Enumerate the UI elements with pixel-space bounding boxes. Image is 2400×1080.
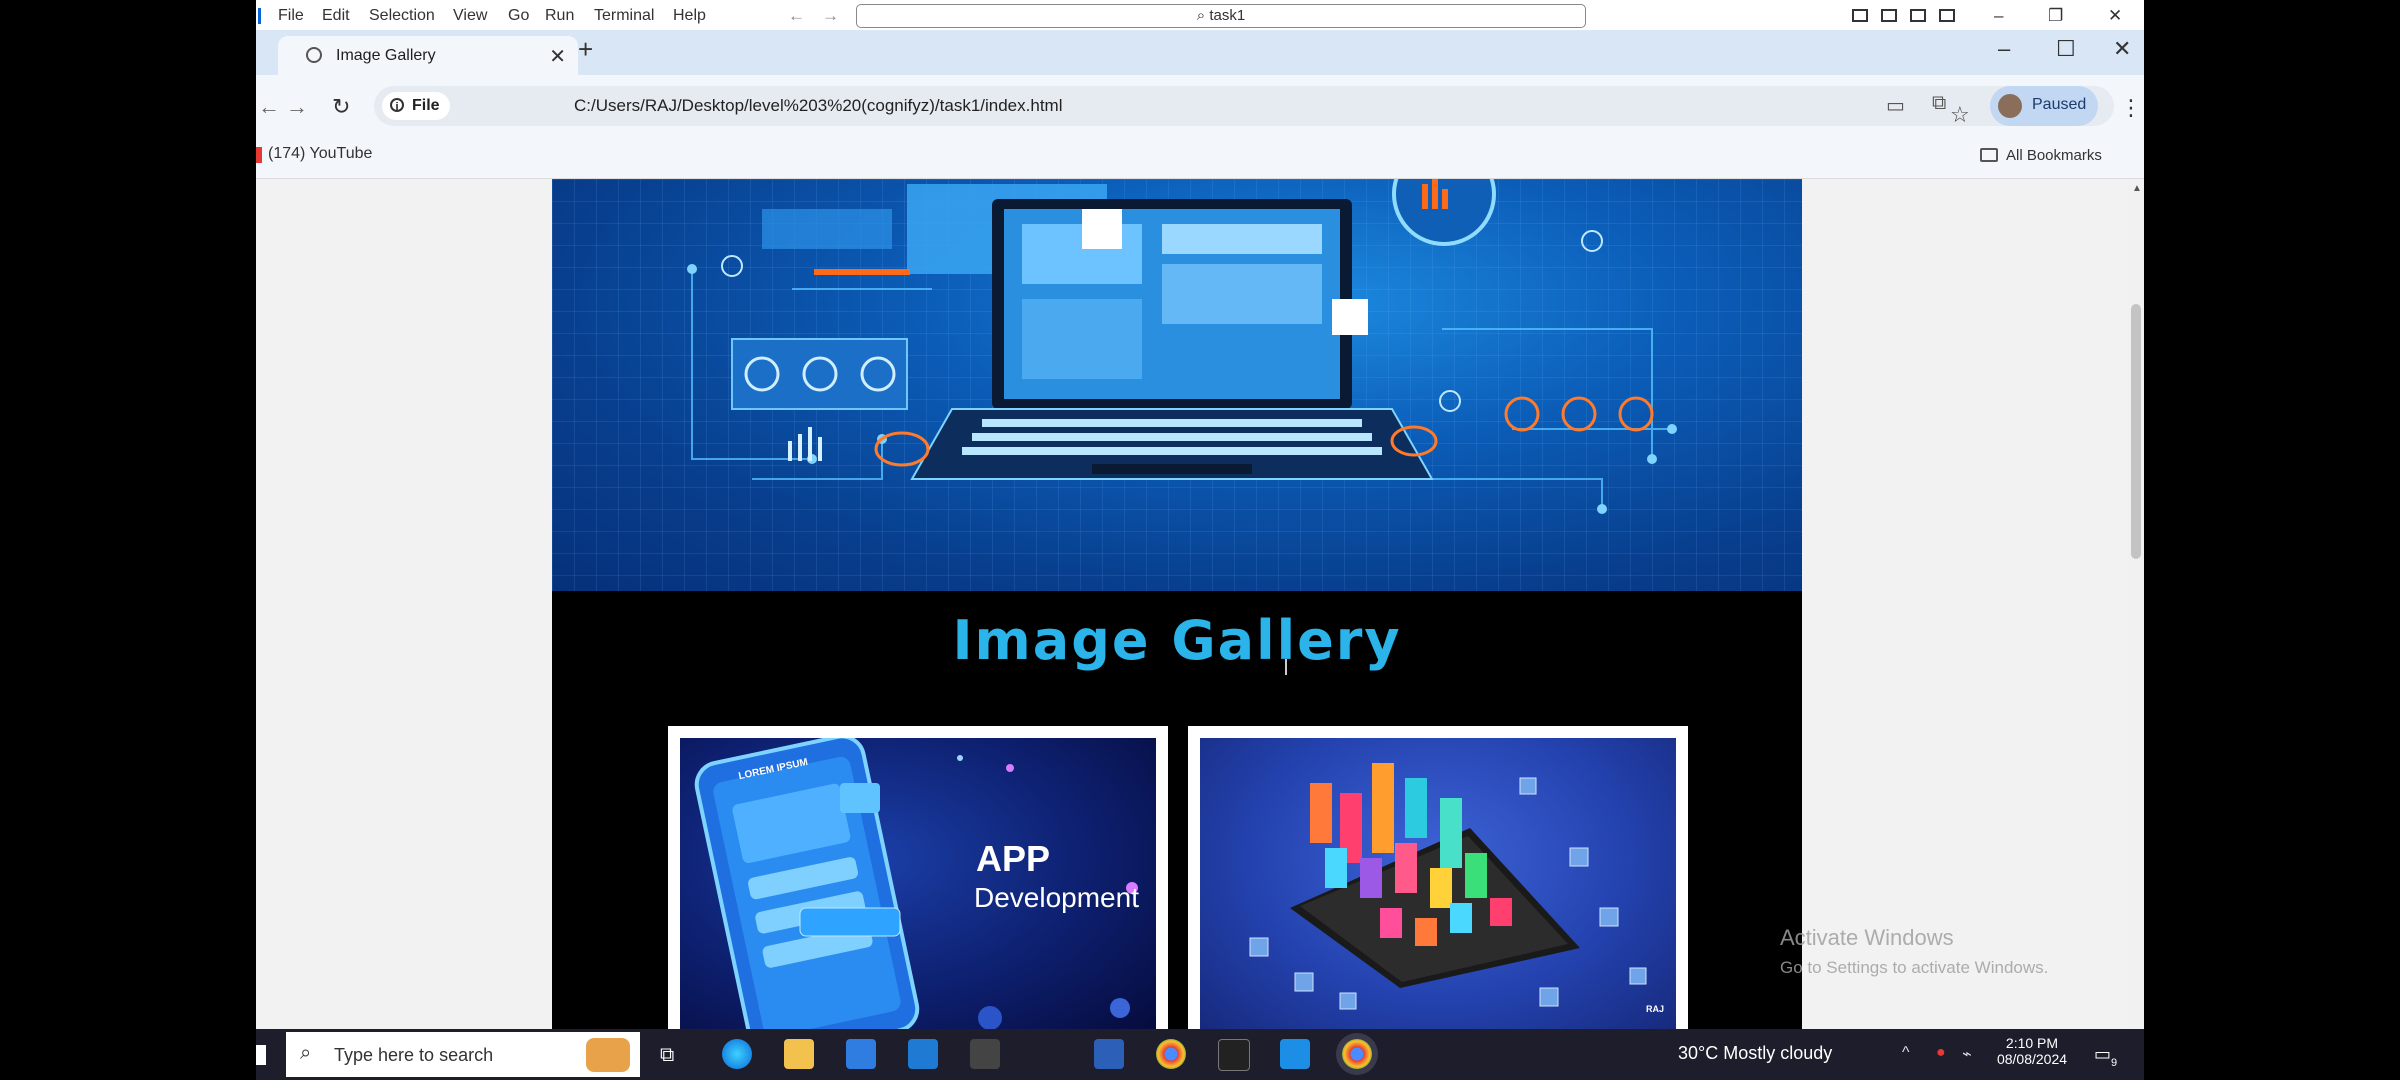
screen: File Edit Selection View Go Run Terminal…: [256, 0, 2144, 1080]
vscode-logo-icon: [258, 8, 261, 24]
word-icon[interactable]: [1094, 1039, 1124, 1069]
scrollbar-thumb[interactable]: [2131, 304, 2141, 559]
chrome-icon[interactable]: [1156, 1039, 1186, 1069]
chrome-minimize-icon[interactable]: –: [1998, 36, 2010, 62]
vscode-title-bar: File Edit Selection View Go Run Terminal…: [256, 0, 2144, 30]
profile-button[interactable]: Paused: [1990, 86, 2098, 126]
reload-icon[interactable]: ↻: [332, 94, 350, 120]
app-cubes-image: RAJ: [1200, 738, 1676, 1029]
edge-icon[interactable]: [722, 1039, 752, 1069]
page-title: Image Gallery: [952, 609, 1402, 672]
start-button-icon[interactable]: [256, 1045, 266, 1065]
clock-date: 08/08/2024: [1996, 1051, 2068, 1067]
tablet-cubes-illustration: [1249, 763, 1647, 1010]
windows-taskbar: ⌕ Type here to search ⧉ 30°C Mostly clou…: [256, 1029, 2144, 1080]
card-app-text: APP: [976, 838, 1051, 879]
cast-icon[interactable]: ▭: [1886, 93, 1905, 118]
card-development-text: Development: [974, 882, 1139, 913]
globe-icon: [306, 47, 322, 63]
vscode-close-icon[interactable]: ✕: [2108, 6, 2122, 26]
file-explorer-icon[interactable]: [784, 1039, 814, 1069]
command-center[interactable]: ⌕ task1: [856, 4, 1586, 28]
bookmark-star-icon[interactable]: ☆: [1950, 102, 1970, 128]
mail-icon[interactable]: [908, 1039, 938, 1069]
notification-count: 9: [2111, 1057, 2118, 1069]
site-info-chip[interactable]: File: [382, 92, 450, 120]
text-cursor-icon: [1285, 659, 1287, 675]
page-viewport: Image Gallery LOREM IPSUM APP Developmen…: [256, 179, 2144, 1029]
command-center-label: task1: [1209, 7, 1246, 24]
menu-view[interactable]: View: [453, 7, 487, 25]
gallery-card-app-development[interactable]: LOREM IPSUM APP Development: [668, 726, 1168, 1029]
back-arrow-icon[interactable]: ←: [788, 6, 805, 26]
scroll-up-icon[interactable]: ▲: [2132, 183, 2142, 194]
chrome-maximize-icon[interactable]: ☐: [2056, 36, 2076, 62]
extensions-icon[interactable]: ⧉: [1932, 92, 1946, 115]
url-text[interactable]: C:/Users/RAJ/Desktop/level%203%20(cognif…: [574, 96, 1062, 116]
chrome-active-icon[interactable]: [1342, 1039, 1372, 1069]
clock-time: 2:10 PM: [2005, 1035, 2059, 1051]
7zip-icon[interactable]: [970, 1039, 1000, 1069]
system-clock[interactable]: 2:10 PM 08/08/2024: [1992, 1035, 2072, 1067]
tab-image-gallery[interactable]: Image Gallery ✕: [278, 36, 578, 75]
vscode-restore-icon[interactable]: ❐: [2048, 6, 2063, 26]
toggle-sidebar-icon[interactable]: [1852, 9, 1868, 22]
vscode-minimize-icon[interactable]: –: [1994, 6, 2003, 26]
search-icon: ⌕: [300, 1042, 312, 1064]
menu-help[interactable]: Help: [673, 7, 706, 25]
toggle-secondary-sidebar-icon[interactable]: [1910, 9, 1926, 22]
forward-icon[interactable]: →: [286, 94, 308, 120]
tab-strip: Image Gallery ✕ + – ☐ ✕: [256, 30, 2144, 75]
new-tab-icon[interactable]: +: [578, 34, 593, 65]
chrome-close-icon[interactable]: ✕: [2113, 36, 2131, 62]
network-icon[interactable]: ⌁: [1962, 1044, 1972, 1064]
all-bookmarks-button[interactable]: All Bookmarks: [1980, 147, 2102, 164]
search-placeholder: Type here to search: [334, 1045, 494, 1065]
microsoft-store-icon[interactable]: [846, 1039, 876, 1069]
forward-arrow-icon[interactable]: →: [822, 6, 839, 26]
page-scrollbar[interactable]: ▲: [2128, 179, 2144, 1029]
hero-illustration: [687, 179, 1677, 514]
taskbar-search-box[interactable]: ⌕ Type here to search: [286, 1032, 640, 1077]
menu-selection[interactable]: Selection: [369, 7, 435, 25]
menu-file[interactable]: File: [278, 7, 304, 25]
menu-terminal[interactable]: Terminal: [594, 7, 654, 25]
notification-icon[interactable]: ▭: [2094, 1044, 2111, 1065]
avatar: [1998, 94, 2022, 118]
tray-app-icon[interactable]: ●: [1936, 1044, 1946, 1062]
browser-toolbar: ← → ↻ File C:/Users/RAJ/Desktop/level%20…: [256, 75, 2144, 137]
menu-run[interactable]: Run: [545, 7, 574, 25]
customize-layout-icon[interactable]: [1939, 9, 1955, 22]
profile-status: Paused: [2032, 96, 2087, 113]
chrome-menu-icon[interactable]: ⋮: [2120, 95, 2142, 121]
app-development-image: LOREM IPSUM APP Development: [680, 738, 1156, 1029]
menu-go[interactable]: Go: [508, 7, 529, 25]
omnibox[interactable]: File C:/Users/RAJ/Desktop/level%203%20(c…: [374, 86, 2114, 128]
search-highlight-cat-icon: [586, 1038, 630, 1072]
bookmarks-bar: (174) YouTube All Bookmarks: [256, 137, 2144, 179]
menu-edit[interactable]: Edit: [322, 7, 350, 25]
terminal-icon[interactable]: [1218, 1039, 1250, 1071]
weather-widget[interactable]: 30°C Mostly cloudy: [1678, 1043, 1832, 1064]
tab-title: Image Gallery: [336, 47, 436, 64]
toggle-panel-icon[interactable]: [1881, 9, 1897, 22]
gallery-card-app-cubes[interactable]: RAJ: [1188, 726, 1688, 1029]
task-view-icon[interactable]: ⧉: [660, 1044, 674, 1067]
tray-chevron-icon[interactable]: ^: [1902, 1044, 1910, 1062]
tab-close-icon[interactable]: ✕: [549, 44, 566, 69]
hero-banner-image: [552, 179, 1802, 591]
back-icon[interactable]: ←: [258, 94, 280, 120]
activate-windows-title: Activate Windows: [1780, 925, 1954, 950]
bookmark-youtube[interactable]: (174) YouTube: [256, 145, 372, 163]
activate-windows-subtitle: Go to Settings to activate Windows.: [1780, 958, 2049, 977]
card-brand-logo: RAJ: [1646, 1004, 1665, 1014]
page-content: Image Gallery LOREM IPSUM APP Developmen…: [552, 179, 1802, 1029]
vscode-icon[interactable]: [1280, 1039, 1310, 1069]
